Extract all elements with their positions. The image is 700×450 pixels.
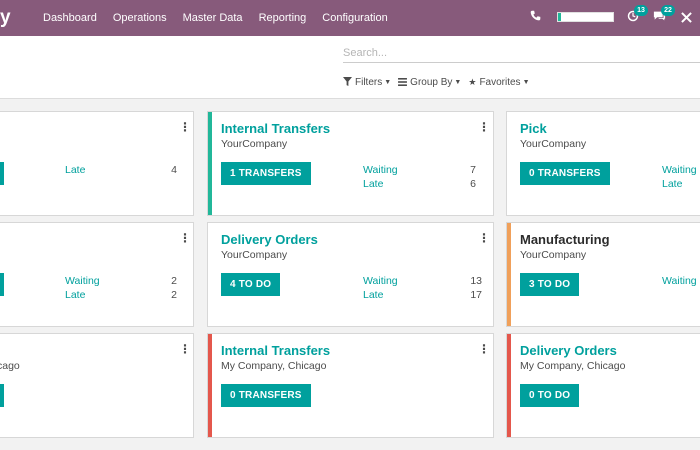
- search-options: Filters ▼ Group By ▼ ★ Favorites ▼: [343, 77, 537, 88]
- clock-icon[interactable]: 13: [627, 5, 648, 25]
- progress-bar: [557, 12, 614, 22]
- favorites-button[interactable]: ★ Favorites ▼: [468, 77, 529, 88]
- operation-card: Internal Transfers My Company, Chicago ⋮…: [207, 333, 494, 438]
- operation-card: Delivery Orders My Company, Chicago 0 TO…: [506, 333, 700, 438]
- card-title[interactable]: Delivery Orders: [520, 343, 617, 358]
- group-by-button[interactable]: Group By ▼: [398, 77, 461, 88]
- caret-down-icon: ▼: [522, 79, 530, 86]
- card-title[interactable]: Delivery Orders: [221, 232, 318, 247]
- stat-late-count[interactable]: 2: [157, 289, 177, 301]
- caret-down-icon: ▼: [384, 79, 392, 86]
- menu-reporting[interactable]: Reporting: [259, 12, 307, 24]
- stat-waiting-count[interactable]: 7: [456, 164, 476, 176]
- stat-waiting-link[interactable]: Waiting: [65, 275, 100, 287]
- card-company: YourCompany: [520, 249, 587, 261]
- card-menu-icon[interactable]: ⋮: [478, 342, 490, 356]
- operation-card: ⋮ Waiting 2 Late 2: [0, 222, 194, 327]
- app-brand[interactable]: y: [0, 7, 11, 29]
- card-color-accent: [507, 334, 511, 437]
- card-action-button[interactable]: 1 TRANSFERS: [221, 162, 311, 185]
- card-company: YourCompany: [221, 138, 288, 150]
- menu-configuration[interactable]: Configuration: [322, 12, 387, 24]
- card-title[interactable]: Internal Transfers: [221, 343, 330, 358]
- filters-label: Filters: [355, 77, 383, 88]
- filters-button[interactable]: Filters ▼: [343, 77, 391, 88]
- card-action-button[interactable]: 0 TRANSFERS: [221, 384, 311, 407]
- stat-late-count[interactable]: 6: [456, 178, 476, 190]
- stat-waiting-link[interactable]: Waiting: [662, 164, 697, 176]
- card-company: YourCompany: [221, 249, 288, 261]
- stat-late-link[interactable]: Late: [363, 178, 383, 190]
- stat-waiting-link[interactable]: Waiting: [662, 275, 697, 287]
- activity-badge: 13: [634, 5, 648, 16]
- card-menu-icon[interactable]: ⋮: [179, 231, 191, 245]
- card-action-button[interactable]: [0, 273, 4, 296]
- card-menu-icon[interactable]: ⋮: [179, 120, 191, 134]
- star-icon: ★: [468, 77, 477, 87]
- stat-waiting-count[interactable]: 13: [462, 275, 482, 287]
- stat-waiting-count[interactable]: 2: [157, 275, 177, 287]
- operation-card: Internal Transfers YourCompany ⋮ 1 TRANS…: [207, 111, 494, 216]
- group-by-label: Group By: [410, 77, 453, 88]
- operation-card: Delivery Orders YourCompany ⋮ 4 TO DO Wa…: [207, 222, 494, 327]
- stat-late-count[interactable]: 4: [157, 164, 177, 176]
- operation-card: ⋮ Late 4: [0, 111, 194, 216]
- card-company: cago: [0, 360, 20, 372]
- close-icon[interactable]: [681, 10, 692, 26]
- search-input[interactable]: [343, 43, 700, 63]
- card-action-button[interactable]: [0, 384, 4, 407]
- stat-late-link[interactable]: Late: [65, 164, 85, 176]
- card-title[interactable]: Pick: [520, 121, 547, 136]
- card-company: My Company, Chicago: [520, 360, 626, 372]
- operation-card: cago ⋮: [0, 333, 194, 438]
- card-action-button[interactable]: 4 TO DO: [221, 273, 281, 296]
- card-action-button[interactable]: 0 TO DO: [520, 384, 580, 407]
- card-title[interactable]: Internal Transfers: [221, 121, 330, 136]
- stat-late-link[interactable]: Late: [65, 289, 85, 301]
- card-menu-icon[interactable]: ⋮: [179, 342, 191, 356]
- filter-icon: [343, 77, 352, 88]
- card-menu-icon[interactable]: ⋮: [478, 231, 490, 245]
- menu-master-data[interactable]: Master Data: [183, 12, 243, 24]
- stat-waiting-link[interactable]: Waiting: [363, 164, 398, 176]
- top-navbar: y Dashboard Operations Master Data Repor…: [0, 0, 700, 36]
- progress-bar-fill: [558, 13, 561, 21]
- card-action-button[interactable]: 0 TRANSFERS: [520, 162, 610, 185]
- caret-down-icon: ▼: [454, 79, 462, 86]
- stat-late-link[interactable]: Late: [662, 178, 682, 190]
- card-action-button[interactable]: [0, 162, 4, 185]
- card-title[interactable]: Manufacturing: [520, 232, 610, 247]
- card-color-accent: [208, 112, 212, 215]
- stat-waiting-link[interactable]: Waiting: [363, 275, 398, 287]
- chat-icon[interactable]: 22: [653, 5, 675, 25]
- card-action-button[interactable]: 3 TO DO: [520, 273, 580, 296]
- stat-late-link[interactable]: Late: [363, 289, 383, 301]
- control-panel: Filters ▼ Group By ▼ ★ Favorites ▼: [0, 36, 700, 99]
- menu-operations[interactable]: Operations: [113, 12, 167, 24]
- operation-card: Pick YourCompany 0 TRANSFERS Waiting Lat…: [506, 111, 700, 216]
- card-color-accent: [507, 223, 511, 326]
- card-menu-icon[interactable]: ⋮: [478, 120, 490, 134]
- list-icon: [398, 77, 408, 88]
- main-menu: Dashboard Operations Master Data Reporti…: [43, 0, 404, 36]
- card-company: My Company, Chicago: [221, 360, 327, 372]
- card-color-accent: [208, 334, 212, 437]
- phone-icon[interactable]: [530, 10, 541, 24]
- operation-card: Manufacturing YourCompany 3 TO DO Waitin…: [506, 222, 700, 327]
- chat-badge: 22: [661, 5, 675, 16]
- card-company: YourCompany: [520, 138, 587, 150]
- favorites-label: Favorites: [479, 77, 521, 88]
- menu-dashboard[interactable]: Dashboard: [43, 12, 97, 24]
- stat-late-count[interactable]: 17: [462, 289, 482, 301]
